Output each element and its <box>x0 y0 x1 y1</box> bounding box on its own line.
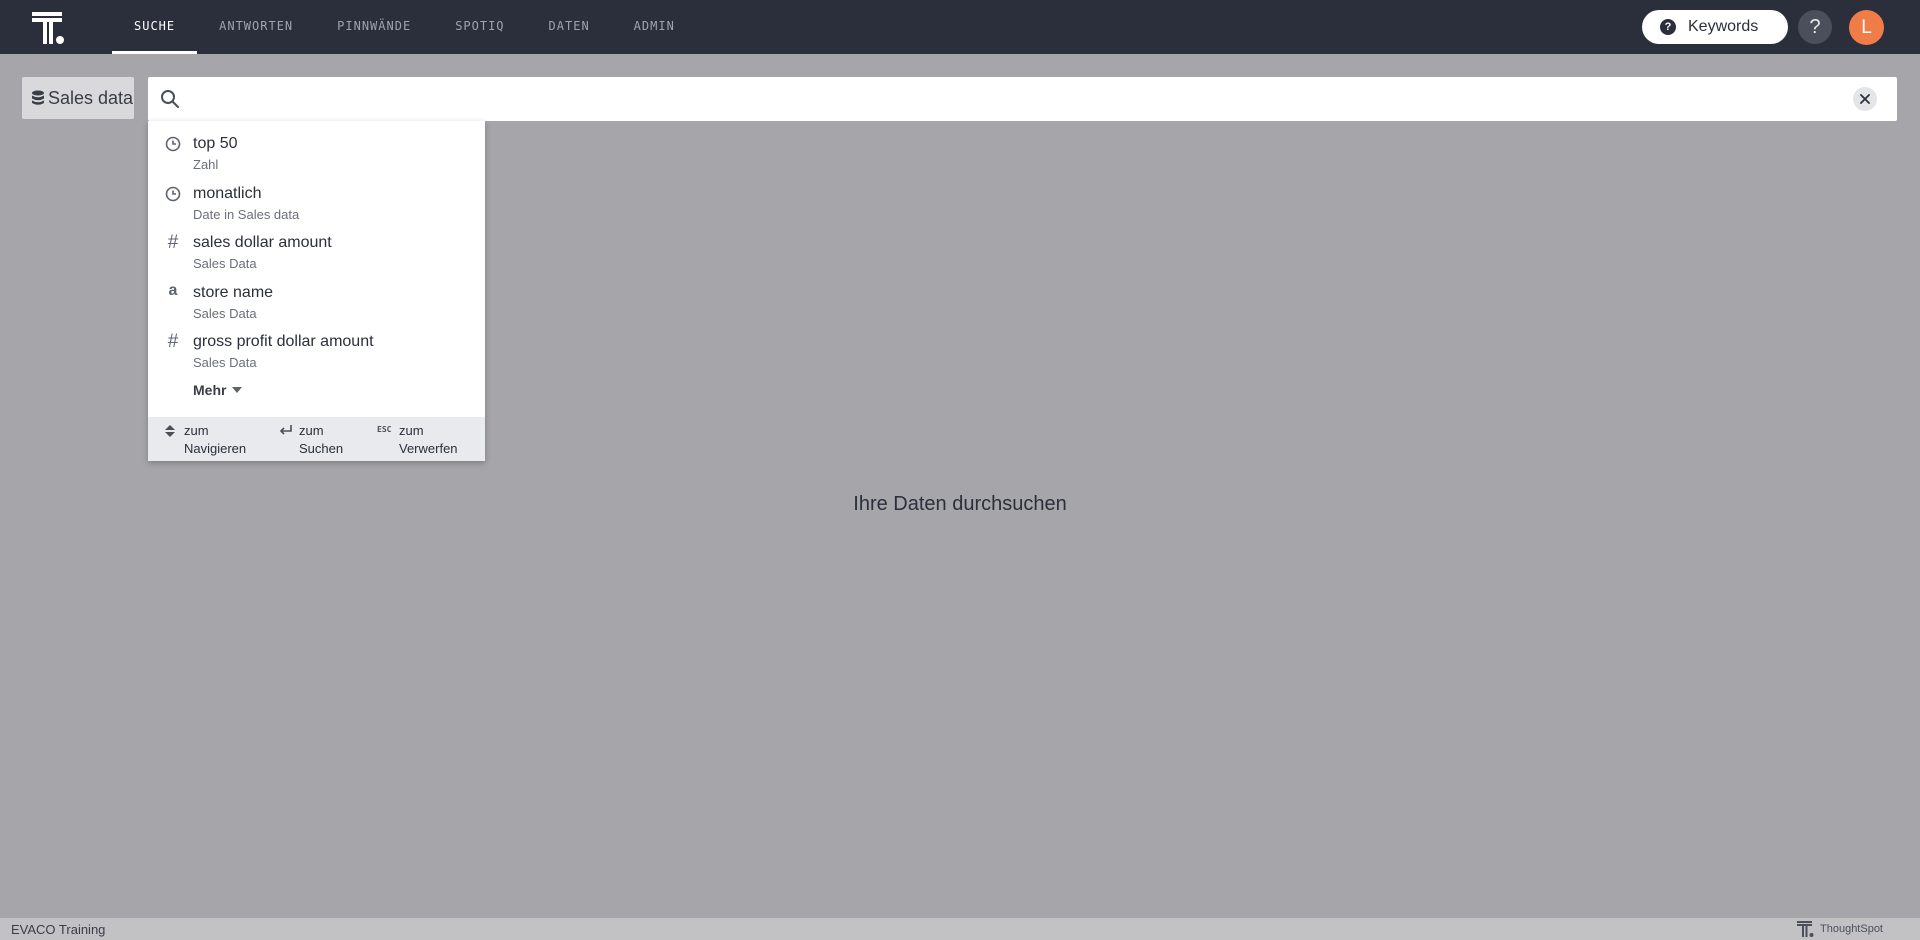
database-icon <box>32 90 44 105</box>
close-icon <box>1860 94 1870 104</box>
footer-bar: EVACO Training ThoughtSpot <box>0 918 1920 940</box>
tab-antworten[interactable]: ANTWORTEN <box>197 0 315 54</box>
more-label: Mehr <box>193 382 227 398</box>
keywords-label: Keywords <box>1688 18 1759 35</box>
search-bar <box>148 77 1897 121</box>
suggestion-title: sales dollar amount <box>193 234 332 251</box>
suggestion-item[interactable]: monatlich Date in Sales data <box>148 171 485 222</box>
hash-icon: # <box>167 232 179 253</box>
suggestion-subtitle: Sales Data <box>193 355 257 370</box>
enter-key-icon <box>279 425 292 435</box>
clear-search-button[interactable] <box>1853 87 1877 111</box>
empty-state-message: Ihre Daten durchsuchen <box>853 493 1067 515</box>
search-icon <box>161 90 179 108</box>
hint-search: zum Suchen <box>299 423 344 456</box>
brand-name: ThoughtSpot <box>1820 923 1883 935</box>
tab-admin[interactable]: ADMIN <box>612 0 697 54</box>
suggestion-item[interactable]: # gross profit dollar amount Sales Data <box>148 319 485 370</box>
thoughtspot-logo[interactable] <box>32 12 66 44</box>
text-attribute-icon: a <box>168 282 178 299</box>
tab-daten[interactable]: DATEN <box>527 0 612 54</box>
help-button[interactable]: ? <box>1798 10 1832 44</box>
thoughtspot-small-logo-icon <box>1797 921 1814 937</box>
hash-icon: # <box>167 331 179 352</box>
caret-down-icon <box>232 387 243 393</box>
top-navigation-bar: SUCHE ANTWORTEN PINNWÄNDE SPOTIQ DATEN A… <box>0 0 1920 54</box>
suggestion-subtitle: Sales Data <box>193 256 257 271</box>
arrows-up-down-icon <box>165 425 175 437</box>
suggestion-title: monatlich <box>193 185 262 202</box>
data-source-selector[interactable]: Sales data <box>22 77 134 119</box>
clock-icon <box>164 135 182 153</box>
hint-dismiss: zum Verwerfen <box>399 423 458 456</box>
hint-navigate: zum Navigieren <box>184 423 247 456</box>
keywords-button[interactable]: ? Keywords <box>1642 10 1788 44</box>
suggestion-item[interactable]: # sales dollar amount Sales Data <box>148 220 485 271</box>
tab-spotiq[interactable]: SPOTIQ <box>433 0 526 54</box>
question-circle-icon: ? <box>1660 19 1676 35</box>
main-nav: SUCHE ANTWORTEN PINNWÄNDE SPOTIQ DATEN A… <box>112 0 697 54</box>
esc-key-icon: ESC <box>377 425 392 434</box>
data-source-label: Sales data <box>48 87 134 108</box>
suggestion-item[interactable]: a store name Sales Data <box>148 270 485 321</box>
suggestion-title: top 50 <box>193 135 238 152</box>
suggestion-title: gross profit dollar amount <box>193 333 374 350</box>
search-input[interactable] <box>188 83 1832 117</box>
suggestion-item[interactable]: top 50 Zahl <box>148 121 485 172</box>
user-avatar[interactable]: L <box>1849 10 1884 45</box>
suggestion-subtitle: Zahl <box>193 157 219 172</box>
more-suggestions-button[interactable]: Mehr <box>193 382 243 398</box>
tab-pinnwaende[interactable]: PINNWÄNDE <box>315 0 433 54</box>
tab-suche[interactable]: SUCHE <box>112 0 198 54</box>
footer-brand: ThoughtSpot <box>1797 921 1883 937</box>
suggestion-title: store name <box>193 284 274 301</box>
suggestions-dropdown: top 50 Zahl monatlich Date in Sales data… <box>148 121 485 461</box>
org-name: EVACO Training <box>11 922 106 937</box>
keyboard-hints: zum Navigieren zum Suchen ESC zum Verwer… <box>148 417 485 461</box>
clock-icon <box>164 185 182 203</box>
